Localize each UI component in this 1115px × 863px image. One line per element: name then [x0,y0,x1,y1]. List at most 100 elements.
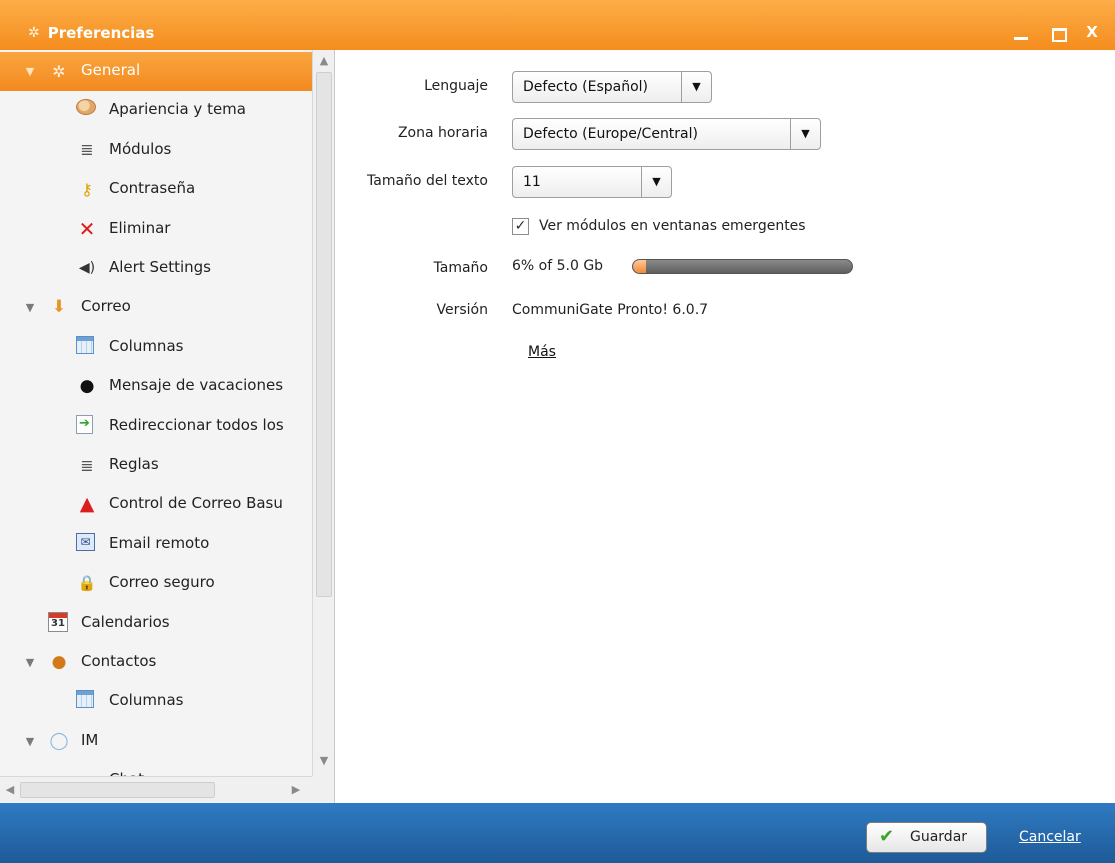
expand-arrow-icon[interactable]: ▼ [24,65,36,78]
speaker-icon: ◀) [78,260,96,276]
window-title: ✲ Preferencias [28,22,154,44]
gear-icon: ✲ [28,25,40,41]
vertical-scrollbar[interactable]: ▲ ▼ [312,50,334,776]
chat-bubble-icon: ◯ [49,730,69,751]
save-button[interactable]: ✔ Guardar [866,822,987,853]
version-label: Versión [436,302,488,318]
list-icon: ≣ [80,455,94,475]
sidebar-item-chat[interactable]: ≣Chat [0,761,312,776]
sidebar-item-label: Eliminar [109,218,171,237]
scroll-right-icon[interactable]: ▶ [288,782,304,798]
sidebar-item-eliminar[interactable]: ✕ Eliminar [0,210,312,249]
scroll-corner [312,776,334,802]
person-icon: ● [79,376,95,397]
chevron-down-icon[interactable]: ▼ [641,167,671,197]
language-value: Defecto (Español) [523,79,648,95]
calendar-icon: 31 [48,611,68,632]
more-link[interactable]: Más [528,344,556,360]
maximize-button[interactable] [1046,20,1070,44]
list-icon: ≣ [76,769,98,776]
sidebar-item-columnas[interactable]: Columnas [0,328,312,367]
sidebar-item-label: Email remoto [109,533,210,552]
sidebar-item-label: Correo seguro [109,573,215,592]
contacts-icon: ● [51,652,67,672]
cancel-link[interactable]: Cancelar [1019,829,1081,845]
sidebar-item-label: Reglas [109,455,159,473]
sidebar-item-label: Mensaje de vacaciones [109,376,284,395]
sidebar-item-correo-seguro[interactable]: 🔒 Correo seguro [0,564,312,603]
size-label: Tamaño [433,260,488,276]
window-title-text: Preferencias [47,24,155,42]
language-label: Lenguaje [424,78,488,94]
footer-bar: ✔ Guardar Cancelar [0,803,1115,863]
list-icon: ≣ [80,140,94,160]
sidebar-item-contraseña[interactable]: ⚷ Contraseña [0,170,312,209]
gear-icon: ✲ [52,61,66,81]
timezone-label: Zona horaria [397,125,488,141]
minimize-button[interactable] [1010,20,1034,44]
sidebar-item-label: Calendarios [81,612,170,631]
sidebar-item-reglas[interactable]: ≣ Reglas [0,446,312,485]
title-bar: ✲ Preferencias X [0,0,1115,50]
expand-arrow-icon[interactable]: ▼ [24,301,36,314]
text-size-value: 11 [523,174,541,190]
save-button-label: Guardar [910,829,968,845]
sidebar-item-label: Contraseña [109,179,196,198]
grid-icon [76,690,94,709]
sidebar-item-label: General [81,61,141,79]
version-value: CommuniGate Pronto! 6.0.7 [512,302,709,318]
sidebar-item-label: Correo [81,297,131,316]
language-select[interactable]: Defecto (Español) ▼ [512,71,712,103]
scroll-up-icon[interactable]: ▲ [316,53,332,69]
sidebar-item-label: Apariencia y tema [109,100,246,119]
palette-icon [76,99,96,116]
redirect-icon: ➔ [76,414,93,434]
sidebar-item-módulos[interactable]: ≣ Módulos [0,131,312,170]
sidebar-item-label: Redireccionar todos los [109,415,284,434]
vertical-scroll-thumb[interactable] [316,72,332,597]
storage-usage-bar [632,259,853,274]
text-size-select[interactable]: 11 ▼ [512,166,672,198]
sidebar-item-contactos[interactable]: ▼ ● Contactos [0,643,312,682]
grid-icon [76,335,94,354]
delete-x-icon: ✕ [78,216,96,241]
preferences-tree: ▼ ✲ General Apariencia y tema ≣ Módulos ⚷ Contr… [0,50,312,776]
popup-modules-checkbox[interactable]: ✓ [512,218,529,235]
chevron-down-icon[interactable]: ▼ [681,72,711,102]
timezone-value: Defecto (Europe/Central) [523,126,698,142]
sidebar-item-redireccionar-todos-los[interactable]: ➔ Redireccionar todos los [0,407,312,446]
sidebar-item-label: Contactos [81,652,157,670]
key-icon: ⚷ [81,179,93,199]
expand-arrow-icon[interactable]: ▼ [24,735,36,748]
timezone-select[interactable]: Defecto (Europe/Central) ▼ [512,118,821,150]
sidebar-item-label: Alert Settings [109,258,211,276]
sidebar: ▼ ✲ General Apariencia y tema ≣ Módulos ⚷ Contr… [0,50,335,803]
general-settings-panel: Lenguaje Defecto (Español) ▼ Zona horari… [336,50,1115,803]
sidebar-item-label: Control de Correo Basu [109,494,283,513]
size-value: 6% of 5.0 Gb [512,258,604,274]
sidebar-item-correo[interactable]: ▼ ⬇ Correo [0,288,312,327]
scroll-down-icon[interactable]: ▼ [316,753,332,769]
sidebar-item-im[interactable]: ▼ ◯ IM [0,722,312,761]
sidebar-item-control-de-correo-basu[interactable]: ▲ Control de Correo Basu [0,485,312,524]
sidebar-item-label: Columnas [109,691,184,710]
sidebar-item-general[interactable]: ▼ ✲ General [0,52,312,91]
popup-modules-label: Ver módulos en ventanas emergentes [539,218,806,234]
horizontal-scrollbar[interactable]: ◀ ▶ [0,776,312,802]
scroll-left-icon[interactable]: ◀ [2,782,18,798]
sidebar-item-calendarios[interactable]: 31 Calendarios [0,604,312,643]
expand-arrow-icon[interactable]: ▼ [24,656,36,669]
sidebar-item-apariencia-y-tema[interactable]: Apariencia y tema [0,91,312,130]
chevron-down-icon[interactable]: ▼ [790,119,820,149]
storage-usage-fill [633,260,647,273]
mail-icon: ⬇ [51,297,67,318]
warning-icon: ▲ [79,493,95,516]
sidebar-item-label: Columnas [109,336,184,355]
sidebar-item-mensaje-de-vacaciones[interactable]: ● Mensaje de vacaciones [0,367,312,406]
sidebar-item-label: Módulos [109,139,172,158]
sidebar-item-columnas[interactable]: Columnas [0,682,312,721]
sidebar-item-alert-settings[interactable]: ◀) Alert Settings [0,249,312,288]
close-button[interactable]: X [1080,20,1104,44]
sidebar-item-email-remoto[interactable]: ✉ Email remoto [0,525,312,564]
horizontal-scroll-thumb[interactable] [20,782,215,798]
